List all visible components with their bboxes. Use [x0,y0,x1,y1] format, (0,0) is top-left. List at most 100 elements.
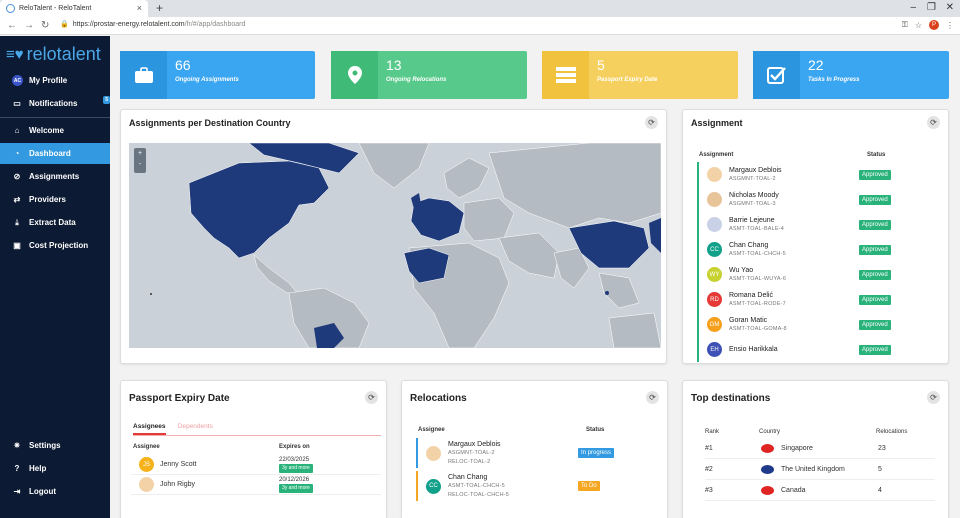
briefcase-icon [120,51,167,99]
map-card: Assignments per Destination Country ⟳ + … [120,109,667,364]
tab-dependents[interactable]: Dependents [178,423,213,430]
sidebar-item-notifications[interactable]: ▭ Notifications 5 [0,93,110,114]
sidebar-item-assignments[interactable]: ⊘ Assignments [0,166,110,187]
key-icon[interactable]: ⚿ [902,20,908,30]
sidebar-item-providers[interactable]: ⇄ Providers [0,189,110,210]
dashboard-icon: ◔ [14,149,20,158]
new-tab-icon[interactable]: + [156,1,163,15]
forward-icon[interactable]: → [24,20,34,31]
favicon-icon [6,4,15,13]
browser-tab[interactable]: ReloTalent - ReloTalent × [0,0,148,17]
assignee-cell: Romana Delić ASMT-TOAL-RODE-7 [729,291,786,309]
logo-heart-icon: ≡♥ [6,46,24,63]
restore-icon[interactable]: ❐ [927,2,936,13]
table-row[interactable]: #2 The United Kingdom 5 [705,460,935,480]
relocations-card: Relocations ⟳ Assignee Status Margaux De… [401,380,668,518]
table-row[interactable]: CC Chan Chang ASMT-TOAL-CHCH-5 Approved [697,237,935,262]
address-bar[interactable]: 🔒 https://prostar-energy.relotalent.com /… [60,20,245,29]
tab-assignees[interactable]: Assignees [133,423,166,435]
browser-tab-strip: ReloTalent - ReloTalent × + – ❐ ✕ [0,0,960,17]
stat-tasks-in-progress[interactable]: 22 Tasks In Progress [753,51,949,99]
table-row[interactable]: CC Chan Chang ASMT-TOAL-CHCH-5 RELOC-TOAL-C… [416,471,656,501]
table-row[interactable]: JS Jenny Scott 22/03/2025 3y and more [131,455,381,475]
table-row[interactable]: Margaux Deblois ASGMNT-TOAL-2 RELOC-TOAL-2… [416,438,656,468]
browser-profile-avatar[interactable]: P [929,20,939,30]
expiry-cell: 20/12/2026 3y and more [279,477,313,493]
menu-icon[interactable]: ⋮ [946,21,954,30]
sidebar-item-label: Assignments [29,172,80,181]
table-row[interactable]: Barrie Lejeune ASMT-TOAL-BALE-4 Approved [697,212,935,237]
card-title: Relocations [410,393,467,404]
avatar: GM [707,317,722,332]
destinations-card: Top destinations ⟳ Rank Country Relocati… [682,380,949,518]
sidebar-item-logout[interactable]: ⇥ Logout [0,481,110,502]
sidebar-item-profile[interactable]: AC My Profile [0,70,110,91]
table-row[interactable]: Nicholas Moody ASGMNT-TOAL-3 Approved [697,187,935,212]
stat-label: Passport Expiry Date [597,77,658,83]
table-row[interactable]: GM Goran Matic ASMT-TOAL-GOMA-8 Approved [697,312,935,337]
stat-value: 5 [597,57,605,73]
avatar [707,167,722,182]
stat-label: Ongoing Relocations [386,77,447,83]
assignee-cell: Barrie Lejeune ASMT-TOAL-BALE-4 [729,216,784,234]
table-row[interactable]: John Rigby 20/12/2026 3y and more [131,475,381,495]
assignee-name: Nicholas Moody [729,191,779,199]
refresh-icon[interactable]: ⟳ [645,116,658,129]
reload-icon[interactable]: ↻ [41,20,49,31]
table-row[interactable]: #3 Canada 4 [705,481,935,501]
table-row[interactable]: #1 Singapore 23 [705,439,935,459]
column-header-status: Status [867,152,886,158]
status-badge: Approved [859,244,891,255]
sidebar-item-cost-projection[interactable]: ▣ Cost Projection [0,235,110,256]
country-name: The United Kingdom [781,466,845,473]
world-map[interactable]: + - [129,143,661,348]
close-tab-icon[interactable]: × [137,3,142,13]
map-zoom-control[interactable]: + - [134,148,146,173]
sidebar-item-label: Cost Projection [29,241,89,250]
card-title: Assignments per Destination Country [129,118,291,128]
column-header-relocations: Relocations [876,429,908,435]
country-name: Canada [781,487,806,494]
refresh-icon[interactable]: ⟳ [646,391,659,404]
table-row[interactable]: Margaux Deblois ASGMNT-TOAL-2 Approved [697,162,935,187]
avatar: RD [707,292,722,307]
assignee-name: Goran Matic [729,316,768,324]
table-row[interactable]: EH Ensio Harikkala Approved [697,337,935,362]
table-row[interactable]: WY Wu Yao ASMT-TOAL-WUYA-6 Approved [697,262,935,287]
column-header-assignee: Assignee [418,427,445,433]
assignment-code: ASGMNT-TOAL-3 [729,200,776,207]
refresh-icon[interactable]: ⟳ [927,391,940,404]
rank: #3 [705,487,713,494]
checkbox-icon [753,51,800,99]
sidebar-item-dashboard[interactable]: ◔ Dashboard [0,143,110,164]
stat-ongoing-relocations[interactable]: 13 Ongoing Relocations [331,51,527,99]
expiry-badge: 3y and more [279,484,313,493]
assignee-name: Wu Yao [729,266,754,274]
flag-icon [761,486,774,495]
logo[interactable]: ≡♥ relotalent [6,44,101,65]
assignee-cell: Chan Chang ASMT-TOAL-CHCH-5 RELOC-TOAL-CHC… [448,473,509,500]
sidebar-item-label: Welcome [29,126,64,135]
minimize-icon[interactable]: – [910,2,916,13]
refresh-icon[interactable]: ⟳ [365,391,378,404]
sidebar-item-welcome[interactable]: ⌂ Welcome [0,120,110,141]
assignee-name: Margaux Deblois [729,166,782,174]
flag-icon [761,444,774,453]
sidebar-item-settings[interactable]: ✷ Settings [0,435,110,456]
back-icon[interactable]: ← [7,20,17,31]
assignment-code: ASMT-TOAL-BALE-4 [729,225,785,232]
sidebar-item-help[interactable]: ? Help [0,458,110,479]
zoom-out-button[interactable]: - [134,159,146,170]
card-title: Top destinations [691,393,771,404]
stat-passport-expiry[interactable]: 5 Passport Expiry Date [542,51,738,99]
avatar: JS [139,457,154,472]
star-icon[interactable]: ☆ [915,21,922,30]
zoom-in-button[interactable]: + [134,148,146,159]
refresh-icon[interactable]: ⟳ [927,116,940,129]
table-row[interactable]: RD Romana Delić ASMT-TOAL-RODE-7 Approved [697,287,935,312]
close-window-icon[interactable]: ✕ [946,2,954,13]
stat-ongoing-assignments[interactable]: 66 Ongoing Assignments [120,51,315,99]
sidebar-item-extract-data[interactable]: ⤓ Extract Data [0,212,110,233]
sidebar-divider [0,117,110,118]
country-name: Singapore [781,445,813,452]
